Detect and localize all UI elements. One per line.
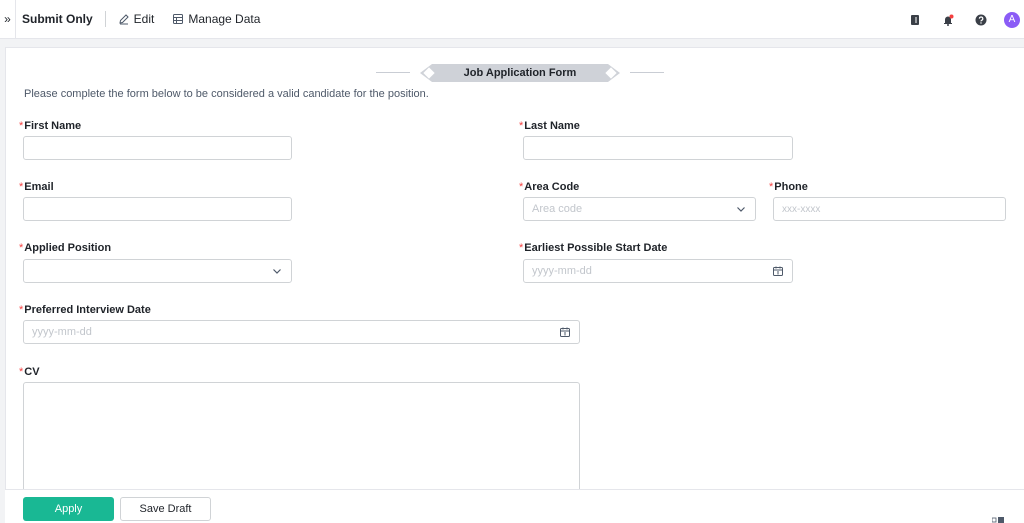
area-code-label-text: Area Code (524, 181, 580, 193)
form-page: Job Application Form Please complete the… (5, 47, 1024, 523)
toolbar-right-actions: A (905, 0, 1024, 39)
required-mark: * (519, 120, 524, 132)
area-code-placeholder: Area code (532, 203, 583, 215)
question-icon (975, 14, 987, 25)
last-name-label-text: Last Name (524, 120, 580, 132)
earliest-start-placeholder: yyyy-mm-dd (532, 265, 592, 277)
calendar-icon (559, 326, 571, 338)
first-name-label: *First Name (19, 120, 81, 132)
interview-date-placeholder: yyyy-mm-dd (32, 326, 92, 338)
form-footer: Apply Save Draft (5, 489, 1024, 523)
notifications-button[interactable] (938, 10, 958, 30)
interview-date-label-text: Preferred Interview Date (24, 304, 151, 316)
collapse-sidebar-button[interactable]: » (0, 0, 16, 39)
earliest-start-label-text: Earliest Possible Start Date (524, 242, 668, 254)
bell-icon (944, 14, 954, 26)
form-intro: Please complete the form below to be con… (24, 88, 429, 100)
title-line-right (630, 72, 664, 73)
top-toolbar: » Submit Only Edit Manage Data A (0, 0, 1024, 39)
required-mark: * (19, 242, 24, 254)
required-mark: * (19, 120, 24, 132)
interview-date-picker[interactable]: yyyy-mm-dd (23, 320, 580, 344)
table-icon (172, 13, 184, 25)
earliest-start-label: *Earliest Possible Start Date (519, 242, 667, 254)
corner-grid-icon (992, 517, 1004, 523)
email-label: *Email (19, 181, 54, 193)
tab-submit-only-label: Submit Only (22, 12, 93, 26)
form-title: Job Application Form (420, 64, 620, 82)
applied-position-label: *Applied Position (19, 242, 111, 254)
email-input[interactable] (23, 197, 292, 221)
tab-manage-data-label: Manage Data (188, 12, 261, 26)
required-mark: * (19, 304, 24, 316)
last-name-label: *Last Name (519, 120, 580, 132)
phone-placeholder: xxx-xxxx (782, 203, 821, 215)
required-mark: * (19, 181, 24, 193)
area-code-select[interactable]: Area code (523, 197, 756, 221)
tab-edit-label: Edit (133, 12, 155, 26)
earliest-start-date-picker[interactable]: yyyy-mm-dd (523, 259, 793, 283)
applied-position-select[interactable] (23, 259, 292, 283)
interview-date-label: *Preferred Interview Date (19, 304, 151, 316)
required-mark: * (519, 181, 524, 193)
cv-label-text: CV (24, 366, 40, 378)
area-code-label: *Area Code (519, 181, 579, 193)
required-mark: * (769, 181, 774, 193)
chevron-down-icon (735, 203, 747, 215)
email-label-text: Email (24, 181, 54, 193)
last-name-input[interactable] (523, 136, 793, 160)
phone-label-text: Phone (774, 181, 808, 193)
save-draft-button[interactable]: Save Draft (120, 497, 211, 521)
required-mark: * (19, 366, 24, 378)
chevron-down-icon (271, 265, 283, 277)
phone-label: *Phone (769, 181, 808, 193)
first-name-label-text: First Name (24, 120, 82, 132)
title-line-left (376, 72, 410, 73)
user-avatar-button[interactable]: A (1004, 10, 1024, 30)
tab-manage-data[interactable]: Manage Data (172, 0, 260, 39)
book-icon (911, 14, 919, 25)
avatar: A (1004, 11, 1020, 28)
book-button[interactable] (905, 10, 925, 30)
toolbar-divider (104, 11, 106, 27)
pencil-icon (118, 13, 130, 25)
required-mark: * (519, 242, 524, 254)
cv-label: *CV (19, 366, 40, 378)
double-chevron-right-icon: » (4, 12, 11, 26)
help-button[interactable] (971, 10, 991, 30)
calendar-icon (772, 265, 784, 277)
tab-edit[interactable]: Edit (118, 0, 155, 39)
applied-position-label-text: Applied Position (24, 242, 112, 254)
tab-submit-only[interactable]: Submit Only (22, 0, 93, 39)
phone-input[interactable]: xxx-xxxx (773, 197, 1006, 221)
apply-button[interactable]: Apply (23, 497, 114, 521)
first-name-input[interactable] (23, 136, 292, 160)
cv-textarea[interactable] (23, 382, 580, 502)
form-title-banner: Job Application Form (348, 62, 688, 84)
